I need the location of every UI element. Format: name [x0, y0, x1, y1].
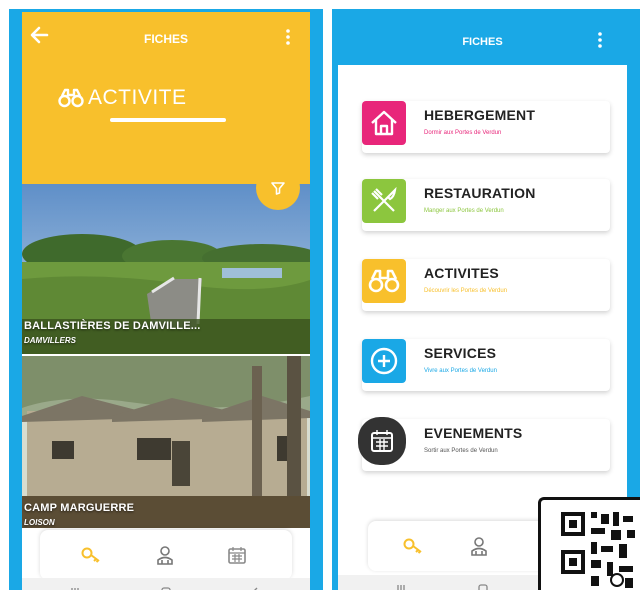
calendar-icon [358, 417, 406, 465]
category-title: RESTAURATION [424, 185, 536, 201]
person-icon[interactable] [154, 544, 176, 566]
activity-list-screen: FICHES ACTIVITE BALLASTIÈRES DE DAMVILLE… [22, 12, 310, 590]
more-menu-icon[interactable] [597, 31, 603, 49]
recent-apps-icon[interactable] [68, 585, 82, 590]
filter-button[interactable] [256, 166, 300, 210]
category-title: SERVICES [424, 345, 497, 361]
header-title: FICHES [462, 36, 503, 48]
section-heading: ACTIVITE [58, 78, 187, 118]
binoculars-icon [362, 259, 406, 303]
house-icon [362, 101, 406, 145]
card-caption: BALLASTIÈRES DE DAMVILLE... DAMVILLERS [24, 320, 201, 345]
category-subtitle: Sortir aux Portes de Verdun [424, 448, 498, 454]
recent-apps-icon[interactable] [394, 582, 408, 590]
activity-header: FICHES ACTIVITE [22, 12, 310, 184]
category-title: HEBERGEMENT [424, 107, 536, 123]
person-icon[interactable] [468, 535, 490, 557]
bottom-navigation [40, 530, 292, 580]
home-icon[interactable] [476, 582, 490, 590]
home-icon[interactable] [159, 585, 173, 590]
category-activites[interactable]: ACTIVITES Découvrir les Portes de Verdun [362, 259, 610, 311]
card-location: LOISON [24, 518, 55, 527]
header-title: FICHES [143, 32, 188, 46]
category-subtitle: Vivre aux Portes de Verdun [424, 368, 497, 374]
key-icon[interactable] [402, 535, 424, 557]
qr-code [538, 497, 640, 590]
more-menu-icon[interactable] [285, 28, 291, 46]
key-icon[interactable] [80, 544, 102, 566]
card-caption: CAMP MARGUERRE LOISON [24, 502, 134, 527]
left-phone-frame: FICHES ACTIVITE BALLASTIÈRES DE DAMVILLE… [9, 9, 323, 590]
category-title: ACTIVITES [424, 265, 499, 281]
system-navigation-bar [22, 578, 310, 590]
activity-card[interactable]: CAMP MARGUERRE LOISON [22, 356, 310, 528]
categories-header: FICHES [338, 9, 627, 65]
category-subtitle: Découvrir les Portes de Verdun [424, 288, 508, 294]
category-restauration[interactable]: RESTAURATION Manger aux Portes de Verdun [362, 179, 610, 231]
filter-icon [271, 182, 285, 195]
system-back-icon[interactable] [248, 585, 262, 590]
category-hebergement[interactable]: HEBERGEMENT Dormir aux Portes de Verdun [362, 101, 610, 153]
category-services[interactable]: SERVICES Vivre aux Portes de Verdun [362, 339, 610, 391]
section-underline [110, 118, 226, 122]
fork-knife-icon [362, 179, 406, 223]
section-title: ACTIVITE [88, 86, 187, 109]
stage: FICHES ACTIVITE BALLASTIÈRES DE DAMVILLE… [0, 0, 640, 590]
category-subtitle: Dormir aux Portes de Verdun [424, 130, 502, 136]
activity-card[interactable]: BALLASTIÈRES DE DAMVILLE... DAMVILLERS [22, 184, 310, 354]
category-evenements[interactable]: EVENEMENTS Sortir aux Portes de Verdun [358, 417, 610, 471]
card-title: CAMP MARGUERRE [24, 502, 135, 514]
binoculars-icon [58, 88, 84, 108]
plus-circle-icon [362, 339, 406, 383]
calendar-icon[interactable] [226, 544, 248, 566]
category-title: EVENEMENTS [424, 425, 523, 441]
card-title: BALLASTIÈRES DE DAMVILLE... [24, 320, 201, 332]
category-subtitle: Manger aux Portes de Verdun [424, 208, 504, 214]
card-location: DAMVILLERS [24, 336, 76, 345]
